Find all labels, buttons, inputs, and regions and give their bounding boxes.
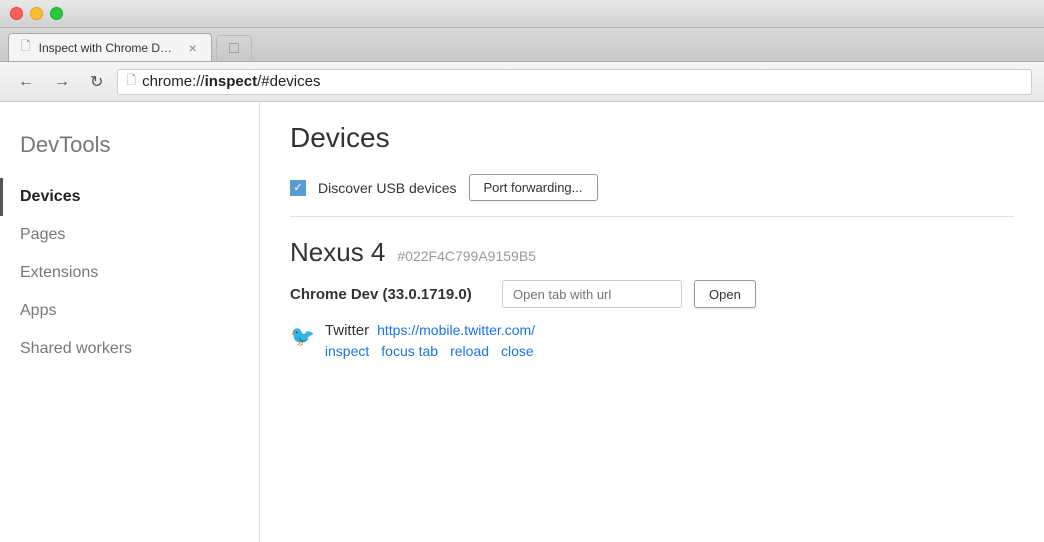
refresh-button[interactable]: ↻ [84, 68, 109, 96]
new-tab-button[interactable]: □ [216, 35, 252, 61]
reload-link[interactable]: reload [450, 343, 489, 359]
device-name: Nexus 4 [290, 237, 385, 268]
address-bar[interactable]: 🗋 chrome://inspect/#devices [117, 69, 1032, 95]
back-button[interactable]: ← [12, 69, 40, 95]
discover-usb-row: ✓ Discover USB devices Port forwarding..… [290, 174, 1014, 217]
nav-bar: ← → ↻ 🗋 chrome://inspect/#devices [0, 62, 1044, 102]
title-bar [0, 0, 1044, 28]
traffic-lights [10, 7, 63, 20]
tab-close-icon[interactable]: × [187, 40, 199, 56]
maximize-button[interactable] [50, 7, 63, 20]
open-tab-button[interactable]: Open [694, 280, 756, 308]
page-title: Devices [290, 122, 1014, 154]
tab-entry-url[interactable]: https://mobile.twitter.com/ [377, 322, 535, 338]
twitter-icon: 🐦 [290, 324, 315, 349]
tab-page-icon: 🗋 [21, 37, 31, 58]
tab-title: Inspect with Chrome Devel [39, 41, 179, 55]
open-tab-input[interactable] [502, 280, 682, 308]
inspect-link[interactable]: inspect [325, 343, 369, 359]
tab-info: Twitter https://mobile.twitter.com/ insp… [325, 322, 535, 359]
tab-bar: 🗋 Inspect with Chrome Devel × □ [0, 28, 1044, 62]
device-id: #022F4C799A9159B5 [397, 248, 536, 264]
minimize-button[interactable] [30, 7, 43, 20]
discover-usb-label: Discover USB devices [318, 180, 457, 196]
close-button[interactable] [10, 7, 23, 20]
focus-tab-link[interactable]: focus tab [381, 343, 438, 359]
tab-entry-twitter: 🐦 Twitter https://mobile.twitter.com/ in… [290, 322, 1014, 359]
sidebar-item-devices[interactable]: Devices [0, 178, 259, 216]
address-page-icon: 🗋 [126, 71, 136, 92]
tab-actions: inspect focus tab reload close [325, 343, 535, 359]
chrome-browser-label: Chrome Dev (33.0.1719.0) [290, 286, 490, 303]
tab-entry-title: Twitter [325, 322, 369, 339]
close-link[interactable]: close [501, 343, 534, 359]
sidebar-title: DevTools [0, 122, 259, 178]
content-area: Devices ✓ Discover USB devices Port forw… [260, 102, 1044, 542]
device-header: Nexus 4 #022F4C799A9159B5 [290, 237, 1014, 268]
browser-tab[interactable]: 🗋 Inspect with Chrome Devel × [8, 33, 212, 61]
address-text: chrome://inspect/#devices [142, 73, 320, 90]
discover-usb-checkbox[interactable]: ✓ [290, 180, 306, 196]
chrome-browser-row: Chrome Dev (33.0.1719.0) Open [290, 280, 1014, 308]
main-layout: DevTools Devices Pages Extensions Apps S… [0, 102, 1044, 542]
sidebar-item-apps[interactable]: Apps [0, 292, 259, 330]
sidebar-item-shared-workers[interactable]: Shared workers [0, 330, 259, 368]
sidebar-item-pages[interactable]: Pages [0, 216, 259, 254]
forward-button[interactable]: → [48, 69, 76, 95]
sidebar: DevTools Devices Pages Extensions Apps S… [0, 102, 260, 542]
port-forwarding-button[interactable]: Port forwarding... [469, 174, 598, 201]
sidebar-item-extensions[interactable]: Extensions [0, 254, 259, 292]
